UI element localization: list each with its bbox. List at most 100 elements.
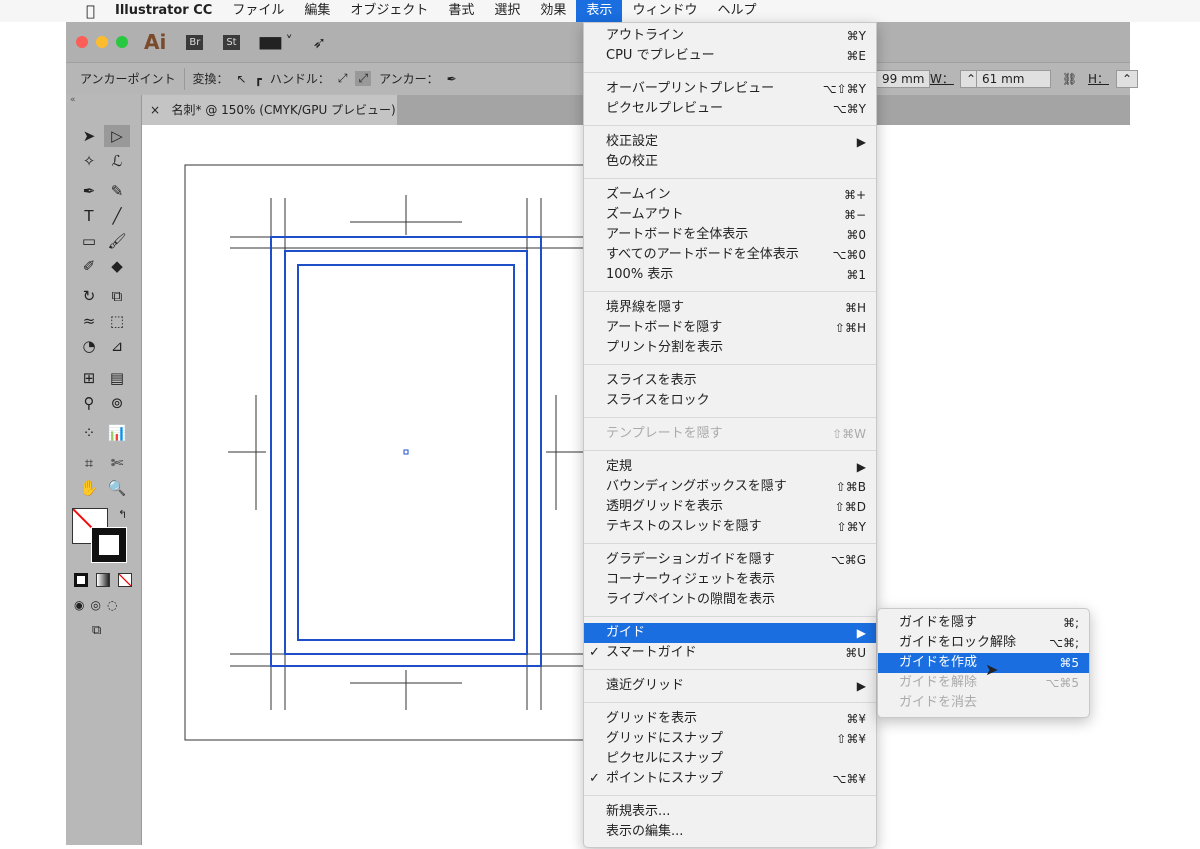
app-menu[interactable]: Illustrator CC bbox=[105, 0, 222, 22]
zoom-button[interactable] bbox=[116, 36, 128, 48]
remove-anchor-icon[interactable]: ✒ bbox=[447, 72, 457, 86]
menu-item[interactable]: すべてのアートボードを全体表示 ⌥⌘0 bbox=[584, 245, 876, 265]
menu-item[interactable]: ✓ ポイントにスナップ ⌥⌘¥ bbox=[584, 769, 876, 789]
menu-window[interactable]: ウィンドウ bbox=[622, 0, 707, 22]
lasso-icon[interactable]: ℒ bbox=[104, 150, 130, 172]
artboard-tool-icon[interactable]: ⌗ bbox=[76, 452, 102, 474]
menu-select[interactable]: 選択 bbox=[484, 0, 530, 22]
menu-item[interactable]: 遠近グリッド ▶ bbox=[584, 676, 876, 696]
menu-item[interactable]: テキストのスレッドを隠す ⇧⌘Y bbox=[584, 517, 876, 537]
rotate-tool-icon[interactable]: ↻ bbox=[76, 285, 102, 307]
shaper-tool-icon[interactable]: ✐ bbox=[76, 255, 102, 277]
selection-tool-icon[interactable]: ➤ bbox=[76, 125, 102, 147]
menu-item[interactable]: 定規 ▶ bbox=[584, 457, 876, 477]
menu-help[interactable]: ヘルプ bbox=[707, 0, 766, 22]
minimize-button[interactable] bbox=[96, 36, 108, 48]
menu-type[interactable]: 書式 bbox=[438, 0, 484, 22]
curvature-tool-icon[interactable]: ✎ bbox=[104, 180, 130, 202]
submenu-item[interactable]: ガイドを作成 ⌘5 bbox=[878, 653, 1089, 673]
menu-item[interactable]: ガイド ▶ bbox=[584, 623, 876, 643]
menu-item[interactable]: コーナーウィジェットを表示 bbox=[584, 570, 876, 590]
graph-tool-icon[interactable]: 📊 bbox=[104, 422, 130, 444]
none-mode-icon[interactable] bbox=[118, 573, 132, 587]
menu-effect[interactable]: 効果 bbox=[530, 0, 576, 22]
menu-item[interactable]: オーバープリントプレビュー ⌥⇧⌘Y bbox=[584, 79, 876, 99]
w-field[interactable]: 61 mm bbox=[976, 69, 1051, 88]
menu-item[interactable]: 新規表示... bbox=[584, 802, 876, 822]
draw-mode-icons[interactable]: ◉◎◌ bbox=[74, 598, 123, 612]
menu-item[interactable]: ✓ スマートガイド ⌘U bbox=[584, 643, 876, 663]
menu-item[interactable]: グリッドにスナップ ⇧⌘¥ bbox=[584, 729, 876, 749]
direct-selection-tool-icon[interactable]: ▷ bbox=[104, 125, 130, 147]
stock-button[interactable]: St bbox=[223, 34, 240, 50]
menu-item[interactable]: 100% 表示 ⌘1 bbox=[584, 265, 876, 285]
menu-file[interactable]: ファイル bbox=[222, 0, 294, 22]
show-handles-icon[interactable]: ⤢ bbox=[338, 71, 348, 86]
eyedropper-icon[interactable]: ⚲ bbox=[76, 392, 102, 414]
menu-object[interactable]: オブジェクト bbox=[340, 0, 438, 22]
free-transform-icon[interactable]: ⬚ bbox=[104, 310, 130, 332]
menu-item[interactable]: アウトライン ⌘Y bbox=[584, 26, 876, 46]
submenu-item[interactable]: ガイドを隠す ⌘; bbox=[878, 613, 1089, 633]
collapse-panel-icon[interactable]: « bbox=[66, 95, 141, 105]
screen-mode-icon[interactable]: ⧉ bbox=[92, 623, 101, 638]
menu-item[interactable]: 境界線を隠す ⌘H bbox=[584, 298, 876, 318]
menu-item[interactable]: ピクセルにスナップ bbox=[584, 749, 876, 769]
swap-colors-icon[interactable]: ↰ bbox=[118, 508, 127, 521]
shape-builder-icon[interactable]: ◔ bbox=[76, 335, 102, 357]
x-field[interactable]: 99 mm bbox=[876, 69, 931, 88]
bridge-button[interactable]: Br bbox=[186, 34, 204, 50]
document-tab[interactable]: × 名刺* @ 150% (CMYK/GPU プレビュー) bbox=[142, 95, 397, 125]
perspective-grid-icon[interactable]: ⊿ bbox=[104, 335, 130, 357]
hand-tool-icon[interactable]: ✋ bbox=[76, 477, 102, 499]
menu-edit[interactable]: 編集 bbox=[294, 0, 340, 22]
menu-item[interactable]: 色の校正 bbox=[584, 152, 876, 172]
menu-item[interactable]: スライスを表示 bbox=[584, 371, 876, 391]
menu-item[interactable]: CPU でプレビュー ⌘E bbox=[584, 46, 876, 66]
line-tool-icon[interactable]: ╱ bbox=[104, 205, 130, 227]
close-tab-icon[interactable]: × bbox=[150, 103, 160, 117]
gradient-mode-icon[interactable] bbox=[96, 573, 110, 587]
color-mode-icon[interactable] bbox=[74, 573, 88, 587]
apple-icon[interactable]:  bbox=[86, 2, 95, 20]
hide-handles-icon[interactable]: ⤢ bbox=[355, 71, 372, 86]
gpu-rocket-icon[interactable]: ➶ bbox=[313, 33, 326, 52]
symbol-sprayer-icon[interactable]: ⁘ bbox=[76, 422, 102, 444]
scale-tool-icon[interactable]: ⧉ bbox=[104, 285, 130, 307]
workspace-layout-icon[interactable]: ▆▆ ˅ bbox=[260, 34, 293, 50]
paintbrush-icon[interactable]: 🖌 bbox=[104, 230, 130, 252]
menu-item[interactable]: ズームイン ⌘+ bbox=[584, 185, 876, 205]
menu-view[interactable]: 表示 bbox=[576, 0, 623, 22]
menu-item[interactable]: スライスをロック bbox=[584, 391, 876, 411]
width-tool-icon[interactable]: ≈ bbox=[76, 310, 102, 332]
rectangle-tool-icon[interactable]: ▭ bbox=[76, 230, 102, 252]
h-stepper[interactable]: ⌃ bbox=[1116, 69, 1139, 88]
menu-item[interactable]: 表示の編集... bbox=[584, 822, 876, 842]
stroke-swatch[interactable] bbox=[91, 527, 127, 563]
menu-item[interactable]: グリッドを表示 ⌘¥ bbox=[584, 709, 876, 729]
menu-item[interactable]: バウンディングボックスを隠す ⇧⌘B bbox=[584, 477, 876, 497]
constrain-proportions-icon[interactable]: ⛓ bbox=[1062, 72, 1077, 86]
blend-tool-icon[interactable]: ⊚ bbox=[104, 392, 130, 414]
menu-item[interactable]: グラデーションガイドを隠す ⌥⌘G bbox=[584, 550, 876, 570]
close-window-button[interactable] bbox=[76, 36, 88, 48]
slice-tool-icon[interactable]: ✄ bbox=[104, 452, 130, 474]
menu-item[interactable]: ズームアウト ⌘− bbox=[584, 205, 876, 225]
menu-item[interactable]: ピクセルプレビュー ⌥⌘Y bbox=[584, 99, 876, 119]
menu-item[interactable]: 透明グリッドを表示 ⇧⌘D bbox=[584, 497, 876, 517]
zoom-tool-icon[interactable]: 🔍 bbox=[104, 477, 130, 499]
magic-wand-icon[interactable]: ✧ bbox=[76, 150, 102, 172]
submenu-item[interactable]: ガイドをロック解除 ⌥⌘; bbox=[878, 633, 1089, 653]
menu-item[interactable]: アートボードを全体表示 ⌘0 bbox=[584, 225, 876, 245]
gradient-tool-icon[interactable]: ▤ bbox=[104, 367, 130, 389]
mesh-tool-icon[interactable]: ⊞ bbox=[76, 367, 102, 389]
menu-item[interactable]: プリント分割を表示 bbox=[584, 338, 876, 358]
type-tool-icon[interactable]: T bbox=[76, 205, 102, 227]
menu-item[interactable]: アートボードを隠す ⇧⌘H bbox=[584, 318, 876, 338]
pen-tool-icon[interactable]: ✒ bbox=[76, 180, 102, 202]
convert-smooth-icon[interactable]: ┏ bbox=[255, 72, 262, 86]
menu-item[interactable]: ライブペイントの隙間を表示 bbox=[584, 590, 876, 610]
convert-corner-icon[interactable]: ↖ bbox=[237, 72, 247, 86]
menu-item[interactable]: 校正設定 ▶ bbox=[584, 132, 876, 152]
eraser-icon[interactable]: ◆ bbox=[104, 255, 130, 277]
